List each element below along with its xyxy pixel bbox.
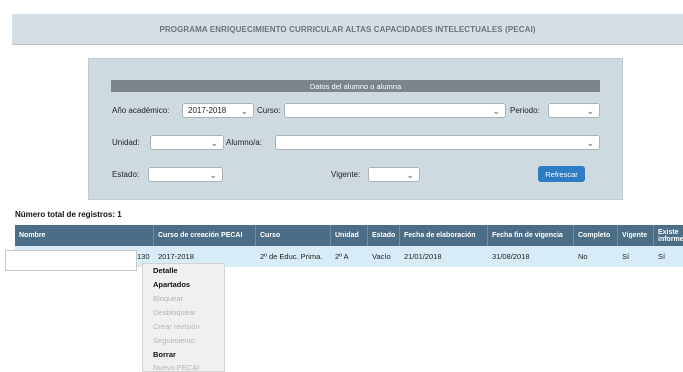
page-banner: PROGRAMA ENRIQUECIMIENTO CURRICULAR ALTA… <box>12 14 683 45</box>
chevron-down-icon: ⌄ <box>209 170 217 180</box>
chevron-down-icon: ⌄ <box>210 138 218 148</box>
valid-select[interactable]: ⌄ <box>368 167 420 182</box>
name-cell-input[interactable] <box>5 250 137 271</box>
column-header[interactable]: Unidad <box>331 225 368 246</box>
academic-year-label: Año académico: <box>112 106 170 115</box>
menu-item-seguimiento: Seguimiento <box>153 336 195 345</box>
column-header[interactable]: Estado <box>368 225 400 246</box>
course-select[interactable]: ⌄ <box>284 103 506 118</box>
column-header[interactable]: Fecha de elaboración <box>400 225 488 246</box>
period-label: Periodo: <box>510 106 540 115</box>
end-date-cell: 31/08/2018 <box>492 252 530 261</box>
unit-label: Unidad: <box>112 138 140 147</box>
column-header[interactable]: Existe informe <box>654 225 683 246</box>
column-header[interactable]: Curso de creación PECAI <box>154 225 256 246</box>
unit-select[interactable]: ⌄ <box>150 135 224 150</box>
chevron-down-icon: ⌄ <box>240 106 248 116</box>
menu-item-detalle[interactable]: Detalle <box>153 266 178 275</box>
context-menu: Detalle Apartados Bloquear Desbloquear C… <box>142 263 225 372</box>
academic-year-value: 2017-2018 <box>188 106 227 115</box>
column-header[interactable]: Vigente <box>618 225 654 246</box>
state-select[interactable]: ⌄ <box>148 167 223 182</box>
chevron-down-icon: ⌄ <box>586 138 594 148</box>
column-header[interactable]: Fecha fin de vigencia <box>488 225 574 246</box>
report-cell: Sí <box>658 252 666 261</box>
menu-item-bloquear: Bloquear <box>153 294 184 303</box>
records-total: Número total de registros: 1 <box>15 210 122 219</box>
state-label: Estado: <box>112 170 140 179</box>
menu-item-nuevo-pecai: Nuevo PECAI <box>153 363 200 372</box>
menu-item-borrar[interactable]: Borrar <box>153 350 176 359</box>
student-label: Alumno/a: <box>226 138 263 147</box>
filter-panel-header: Datos del alumno o alumna <box>111 80 600 92</box>
column-header[interactable]: Curso <box>256 225 331 246</box>
course-label: Curso: <box>257 106 281 115</box>
menu-item-apartados[interactable]: Apartados <box>153 280 190 289</box>
elaboration-date-cell: 21/01/2018 <box>404 252 442 261</box>
student-select[interactable]: ⌄ <box>275 135 600 150</box>
period-select[interactable]: ⌄ <box>548 103 600 118</box>
page-title: PROGRAMA ENRIQUECIMIENTO CURRICULAR ALTA… <box>159 24 536 34</box>
academic-year-select[interactable]: 2017-2018 ⌄ <box>182 103 254 118</box>
valid-label: Vigente: <box>331 170 361 179</box>
complete-cell: No <box>578 252 588 261</box>
refresh-button[interactable]: Refrescar <box>538 166 585 182</box>
column-header[interactable]: Nombre <box>15 225 154 246</box>
menu-item-crear-revision: Crear revisión <box>153 322 200 331</box>
course-cell: 2º de Educ. Prima. <box>260 252 323 261</box>
column-header[interactable]: Completo <box>574 225 618 246</box>
chevron-down-icon: ⌄ <box>406 170 414 180</box>
state-cell: Vacío <box>372 252 391 261</box>
menu-item-desbloquear: Desbloquear <box>153 308 196 317</box>
filter-panel: Datos del alumno o alumna Año académico:… <box>88 58 623 200</box>
unit-cell: 2º A <box>335 252 349 261</box>
table-header: Nombre Curso de creación PECAI Curso Uni… <box>15 225 683 246</box>
chevron-down-icon: ⌄ <box>492 106 500 116</box>
valid-cell: Sí <box>622 252 630 261</box>
chevron-down-icon: ⌄ <box>586 106 594 116</box>
